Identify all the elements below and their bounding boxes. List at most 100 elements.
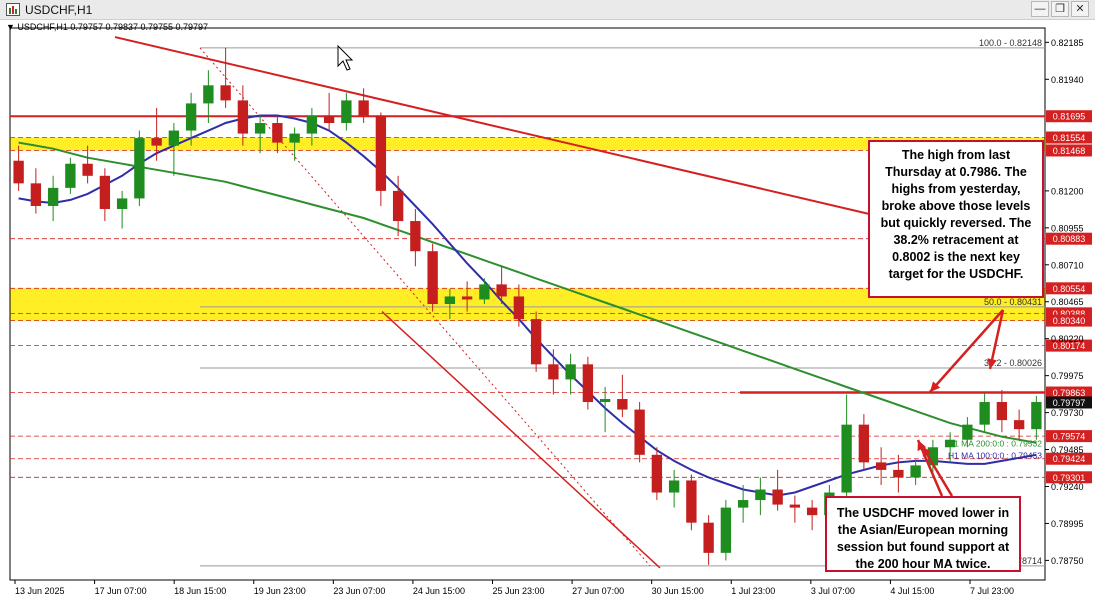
candle-body (427, 251, 438, 304)
candle-body (548, 364, 559, 380)
candle-body (358, 100, 369, 116)
y-axis-tick-label: 0.79485 (1051, 445, 1084, 455)
price-level-tag-label: 0.81554 (1053, 133, 1086, 143)
candle-body (875, 462, 887, 470)
ma-label: H1 MA 100:0:0 : 0.79453 (948, 450, 1042, 460)
close-button[interactable]: ✕ (1071, 1, 1089, 17)
candle-body (617, 399, 628, 410)
fib-level-label: 50.0 - 0.80431 (984, 297, 1042, 307)
mouse-cursor-icon (337, 44, 354, 71)
candle-body (289, 133, 300, 143)
candle-body (47, 187, 59, 206)
window-titlebar: USDCHF,H1 — ❐ ✕ (0, 0, 1095, 20)
y-axis-tick-label: 0.79975 (1051, 371, 1084, 381)
y-axis-tick-label: 0.81200 (1051, 186, 1084, 196)
price-level-tag-label: 0.79424 (1053, 454, 1086, 464)
candle-body (893, 469, 904, 478)
annotation-lower-note: The USDCHF moved lower in the Asian/Euro… (825, 496, 1021, 572)
x-axis-tick-label: 1 Jul 23:00 (731, 586, 775, 596)
x-axis-tick-label: 24 Jun 15:00 (413, 586, 465, 596)
candle-body (410, 221, 421, 252)
price-level-tag-label: 0.80883 (1053, 234, 1086, 244)
y-axis-tick-label: 0.80710 (1051, 260, 1084, 270)
candle-body (686, 480, 697, 523)
candle-body (341, 100, 352, 124)
candle-body (375, 115, 387, 191)
trendline-upper (114, 36, 881, 218)
x-axis-tick-label: 30 Jun 15:00 (652, 586, 704, 596)
candle-body (134, 138, 145, 199)
x-axis-tick-label: 18 Jun 15:00 (174, 586, 226, 596)
y-axis-tick-label: 0.80465 (1051, 297, 1084, 307)
price-level-tag-label: 0.81695 (1053, 112, 1086, 122)
candle-body (737, 500, 749, 508)
price-level-tag-label: 0.80554 (1053, 284, 1086, 294)
candle-body (841, 424, 852, 493)
candle-body (220, 85, 231, 101)
restore-button[interactable]: ❐ (1051, 1, 1069, 17)
y-axis-tick-label: 0.78995 (1051, 519, 1084, 529)
y-axis-tick-label: 0.80220 (1051, 334, 1084, 344)
y-axis-tick-label: 0.80955 (1051, 223, 1084, 233)
minimize-button[interactable]: — (1031, 1, 1049, 17)
candle-body (30, 183, 42, 206)
x-axis-tick-label: 17 Jun 07:00 (95, 586, 147, 596)
candle-body (13, 160, 24, 184)
candle-body (1013, 420, 1025, 430)
candle-body (151, 138, 162, 146)
chart-app-icon (6, 3, 20, 16)
candle-body (582, 364, 594, 403)
candle-body (306, 115, 318, 134)
candle-body (496, 284, 507, 297)
annotation-lower-text: The USDCHF moved lower in the Asian/Euro… (836, 506, 1010, 571)
candle-body (479, 284, 490, 300)
candle-body (392, 190, 404, 222)
candle-body (272, 123, 283, 143)
candle-body (185, 103, 197, 131)
symbol-info: ▼ USDCHF,H1 0.79757 0.79837 0.79755 0.79… (6, 22, 208, 32)
candle-body (979, 402, 990, 425)
candle-body (116, 198, 128, 209)
candle-body (858, 424, 870, 463)
candle-body (203, 85, 214, 104)
candle-body (910, 465, 921, 478)
fib-level-label: 100.0 - 0.82148 (979, 38, 1042, 48)
candle-body (513, 296, 525, 320)
candle-body (1031, 402, 1042, 430)
candle-body (99, 175, 111, 209)
candle-body (237, 100, 249, 134)
y-axis-tick-label: 0.79730 (1051, 408, 1084, 418)
candle-body (720, 507, 732, 553)
y-axis-tick-label: 0.79240 (1051, 482, 1084, 492)
candle-body (944, 439, 956, 448)
channel-line-lower (381, 310, 661, 569)
candle-body (634, 409, 645, 455)
x-axis-tick-label: 13 Jun 2025 (15, 586, 65, 596)
candle-body (789, 504, 801, 508)
candle-body (82, 163, 93, 176)
price-level-tag-label: 0.79574 (1053, 432, 1086, 442)
candle-body (668, 480, 680, 493)
x-axis-tick-label: 25 Jun 23:00 (493, 586, 545, 596)
x-axis-tick-label: 3 Jul 07:00 (811, 586, 855, 596)
candle-body (254, 123, 266, 134)
x-axis-tick-label: 4 Jul 15:00 (890, 586, 934, 596)
candle-body (996, 402, 1008, 421)
candle-body (703, 522, 714, 553)
candle-body (444, 296, 456, 304)
candle-body (565, 364, 576, 380)
candle-body (962, 424, 973, 440)
y-axis-tick-label: 0.82185 (1051, 38, 1084, 48)
price-level-tag-label: 0.79797 (1053, 398, 1086, 408)
x-axis-tick-label: 7 Jul 23:00 (970, 586, 1014, 596)
candle-body (65, 163, 76, 188)
candle-body (651, 454, 663, 493)
y-axis-tick-label: 0.78750 (1051, 556, 1084, 566)
price-level-tag-label: 0.80340 (1053, 316, 1086, 326)
candle-body (530, 319, 542, 365)
candle-body (772, 489, 783, 505)
candle-body (323, 115, 335, 124)
window-controls: — ❐ ✕ (1031, 1, 1089, 19)
arrow-to-high (929, 309, 1004, 393)
candle-body (755, 489, 766, 501)
